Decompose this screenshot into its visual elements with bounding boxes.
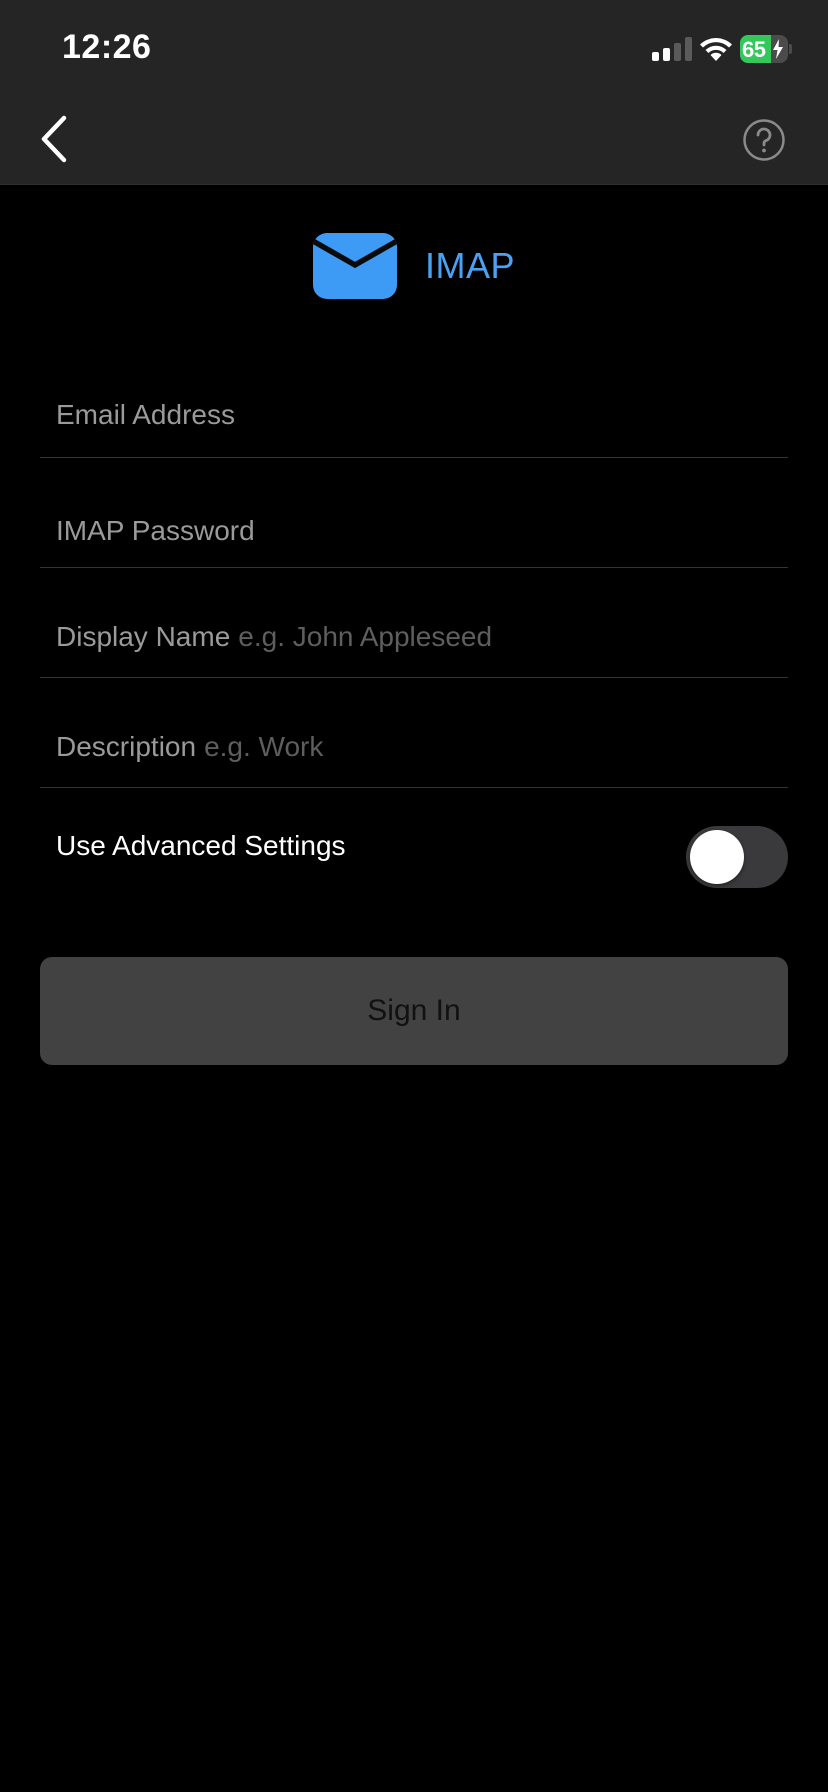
password-field[interactable]: IMAP Password (40, 458, 788, 568)
sign-in-button[interactable]: Sign In (40, 957, 788, 1065)
signal-bar (674, 43, 681, 61)
charging-bolt-icon (773, 39, 783, 59)
battery-icon: 65 (740, 35, 792, 63)
account-type-header: IMAP (0, 230, 828, 302)
display-name-placeholder: e.g. John Appleseed (238, 621, 493, 652)
description-field[interactable]: Description e.g. Work (40, 678, 788, 788)
status-bar: 12:26 65 (0, 0, 828, 100)
toggle-knob (690, 830, 744, 884)
description-placeholder: e.g. Work (204, 731, 324, 762)
display-name-field[interactable]: Display Name e.g. John Appleseed (40, 568, 788, 678)
advanced-settings-label: Use Advanced Settings (56, 830, 346, 861)
battery-body: 65 (740, 35, 788, 63)
email-label: Email Address (56, 399, 235, 430)
status-time: 12:26 (62, 28, 152, 66)
display-name-label: Display Name (56, 621, 231, 652)
cellular-signal-icon (652, 37, 692, 61)
description-label: Description (56, 731, 197, 762)
email-field[interactable]: Email Address (40, 360, 788, 458)
account-type-title: IMAP (424, 245, 515, 286)
battery-cap (789, 44, 792, 54)
envelope-flap (312, 238, 397, 269)
account-form: Email Address IMAP Password Display Name… (40, 360, 788, 904)
top-bar: 12:26 65 (0, 0, 828, 185)
wifi-icon (700, 38, 732, 61)
advanced-settings-row: Use Advanced Settings (40, 788, 788, 904)
battery-percent: 65 (742, 37, 766, 62)
envelope-icon (312, 233, 397, 299)
signal-bar (685, 37, 692, 61)
back-chevron-icon[interactable] (36, 112, 76, 166)
signal-bar (652, 52, 659, 61)
display-name-field-content: Display Name e.g. John Appleseed (56, 621, 772, 653)
password-field-content: IMAP Password (56, 515, 772, 547)
help-icon[interactable] (742, 118, 786, 162)
advanced-settings-toggle[interactable] (686, 826, 788, 888)
password-label: IMAP Password (56, 515, 255, 546)
email-field-content: Email Address (56, 399, 772, 431)
description-field-content: Description e.g. Work (56, 731, 772, 763)
signal-bar (663, 48, 670, 61)
